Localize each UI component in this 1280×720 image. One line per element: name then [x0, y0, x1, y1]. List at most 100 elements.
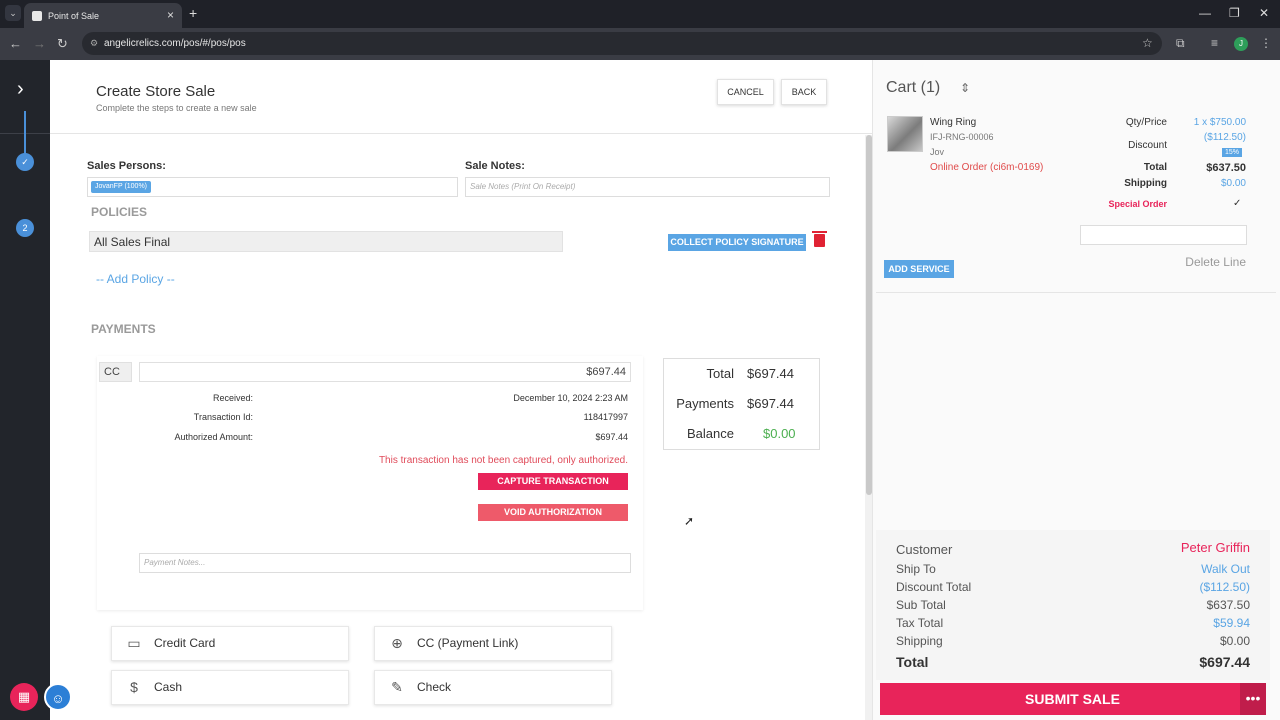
qty-price-label: Qty/Price	[1125, 117, 1167, 128]
payments-section-title: PAYMENTS	[91, 322, 156, 336]
totals-payments-label: Payments	[676, 396, 734, 411]
url-field[interactable]: ⚙ angelicrelics.com/pos/#/pos/pos	[82, 32, 1162, 55]
tax-total-label: Tax Total	[896, 616, 944, 630]
item-owner: Jov	[930, 147, 945, 157]
cart-line-divider	[876, 292, 1276, 293]
new-tab-icon[interactable]: +	[189, 5, 197, 21]
page-title: Create Store Sale	[96, 83, 216, 100]
discount-percent-badge: 15%	[1222, 148, 1243, 157]
authorized-amount-value: $697.44	[595, 432, 628, 442]
step-connector	[24, 111, 26, 159]
capture-transaction-button[interactable]: CAPTURE TRANSACTION	[478, 473, 628, 490]
delete-line-link[interactable]: Delete Line	[1150, 255, 1246, 269]
received-value: December 10, 2024 2:23 AM	[513, 393, 628, 403]
apps-grid-icon[interactable]: ▦	[10, 683, 38, 711]
forward-nav-icon[interactable]: →	[33, 36, 46, 51]
item-shipping-label: Shipping	[1124, 178, 1167, 189]
ship-to-label: Ship To	[896, 562, 936, 576]
policies-section-title: POLICIES	[91, 205, 148, 219]
profile-avatar[interactable]: J	[1234, 37, 1248, 51]
url-text: angelicrelics.com/pos/#/pos/pos	[104, 38, 246, 49]
back-nav-icon[interactable]: ←	[9, 36, 22, 51]
cart-line-field[interactable]	[1080, 225, 1247, 245]
pay-cc-link-label: CC (Payment Link)	[417, 636, 519, 650]
item-total-label: Total	[1143, 162, 1167, 173]
pay-credit-card-button[interactable]: ▭ Credit Card	[111, 626, 349, 661]
support-agent-icon[interactable]: ☺	[44, 683, 72, 711]
sales-person-chip[interactable]: JovanFP (100%)	[91, 181, 152, 193]
close-window-icon[interactable]: ✕	[1259, 6, 1269, 20]
more-options-icon[interactable]: •••	[1240, 683, 1266, 715]
payment-method-box: CC	[99, 362, 132, 382]
add-policy-link[interactable]: -- Add Policy --	[96, 272, 175, 286]
bookmark-star-icon[interactable]: ☆	[1142, 36, 1153, 50]
browser-menu-icon[interactable]: ⋮	[1260, 36, 1272, 50]
totals-payments-value: $697.44	[747, 396, 794, 411]
item-online-order[interactable]: Online Order (ci6m-0169)	[930, 162, 1043, 173]
qty-price-value[interactable]: 1 x $750.00	[1170, 117, 1246, 128]
sale-notes-input[interactable]: Sale Notes (Print On Receipt)	[465, 177, 830, 197]
collapse-cart-icon[interactable]: ⇕	[960, 81, 970, 95]
address-bar-row: ← → ↻ ⚙ angelicrelics.com/pos/#/pos/pos …	[0, 28, 1280, 60]
customer-value[interactable]: Peter Griffin	[1050, 540, 1250, 555]
summary-shipping-label: Shipping	[896, 634, 943, 648]
discount-total-value[interactable]: ($112.50)	[1050, 580, 1250, 594]
favicon-icon	[32, 10, 42, 21]
pay-check-label: Check	[417, 680, 452, 694]
tab-search-icon[interactable]: ⌄	[5, 5, 21, 21]
expand-chevron-icon[interactable]: ›	[17, 78, 24, 101]
item-total-value: $637.50	[1206, 162, 1246, 174]
site-info-icon[interactable]: ⚙	[90, 32, 98, 55]
item-thumbnail[interactable]	[887, 116, 923, 152]
minimize-icon[interactable]: —	[1199, 6, 1211, 20]
browser-tab-bar: ⌄ Point of Sale × + — ❐ ✕	[0, 0, 1280, 28]
page-subtitle: Complete the steps to create a new sale	[96, 103, 257, 113]
ship-to-value[interactable]: Walk Out	[1050, 562, 1250, 576]
item-name[interactable]: Wing Ring	[930, 117, 976, 128]
add-service-button[interactable]: ADD SERVICE	[884, 260, 954, 278]
item-shipping-value[interactable]: $0.00	[1170, 178, 1246, 189]
pay-cc-link-button[interactable]: ⊕ CC (Payment Link)	[374, 626, 612, 661]
received-label: Received:	[212, 393, 253, 403]
authorized-amount-label: Authorized Amount:	[174, 432, 253, 442]
globe-icon: ⊕	[391, 635, 403, 651]
collect-policy-signature-button[interactable]: COLLECT POLICY SIGNATURE	[668, 234, 806, 251]
media-icon[interactable]: ≡	[1211, 36, 1218, 50]
back-button[interactable]: BACK	[781, 79, 827, 105]
extensions-icon[interactable]: ⧉	[1176, 36, 1185, 51]
submit-sale-button[interactable]: SUBMIT SALE	[880, 683, 1265, 715]
payment-notes-input[interactable]: Payment Notes...	[139, 553, 631, 573]
tab-title: Point of Sale	[48, 10, 100, 21]
special-order-label: Special Order	[1108, 199, 1167, 209]
pay-cash-button[interactable]: $ Cash	[111, 670, 349, 705]
close-tab-icon[interactable]: ×	[167, 8, 174, 22]
browser-tab[interactable]: Point of Sale ×	[24, 3, 182, 28]
item-sku: IFJ-RNG-00006	[930, 132, 994, 142]
mouse-cursor-icon: ➚	[684, 514, 695, 528]
cancel-button[interactable]: CANCEL	[717, 79, 774, 105]
discount-label: Discount	[1128, 140, 1167, 151]
pay-check-button[interactable]: ✎ Check	[374, 670, 612, 705]
tax-total-value[interactable]: $59.94	[1050, 616, 1250, 630]
sub-total-label: Sub Total	[896, 598, 946, 612]
restore-icon[interactable]: ❐	[1229, 6, 1240, 20]
totals-balance-label: Balance	[687, 426, 734, 441]
void-authorization-button[interactable]: VOID AUTHORIZATION	[478, 504, 628, 521]
step-2-indicator[interactable]: 2	[16, 219, 34, 237]
pay-cash-label: Cash	[154, 680, 183, 694]
reload-icon[interactable]: ↻	[57, 36, 68, 52]
discount-total-label: Discount Total	[896, 580, 972, 594]
sales-persons-label: Sales Persons:	[87, 160, 166, 172]
payment-amount-field[interactable]: $697.44	[139, 362, 631, 382]
item-discount-value[interactable]: ($112.50)	[1170, 132, 1246, 143]
delete-policy-trash-icon[interactable]	[812, 231, 827, 247]
dollar-icon: $	[130, 679, 138, 695]
sale-notes-label: Sale Notes:	[465, 160, 525, 172]
transaction-id-value: 118417997	[583, 412, 628, 422]
special-order-checkbox[interactable]: ✓	[1233, 198, 1241, 209]
summary-shipping-value: $0.00	[1219, 634, 1250, 648]
credit-card-icon: ▭	[127, 635, 141, 651]
step-1-complete-check-icon[interactable]: ✓	[16, 153, 34, 171]
totals-total-value: $697.44	[747, 366, 794, 381]
capture-warning-text: This transaction has not been captured, …	[378, 455, 628, 466]
